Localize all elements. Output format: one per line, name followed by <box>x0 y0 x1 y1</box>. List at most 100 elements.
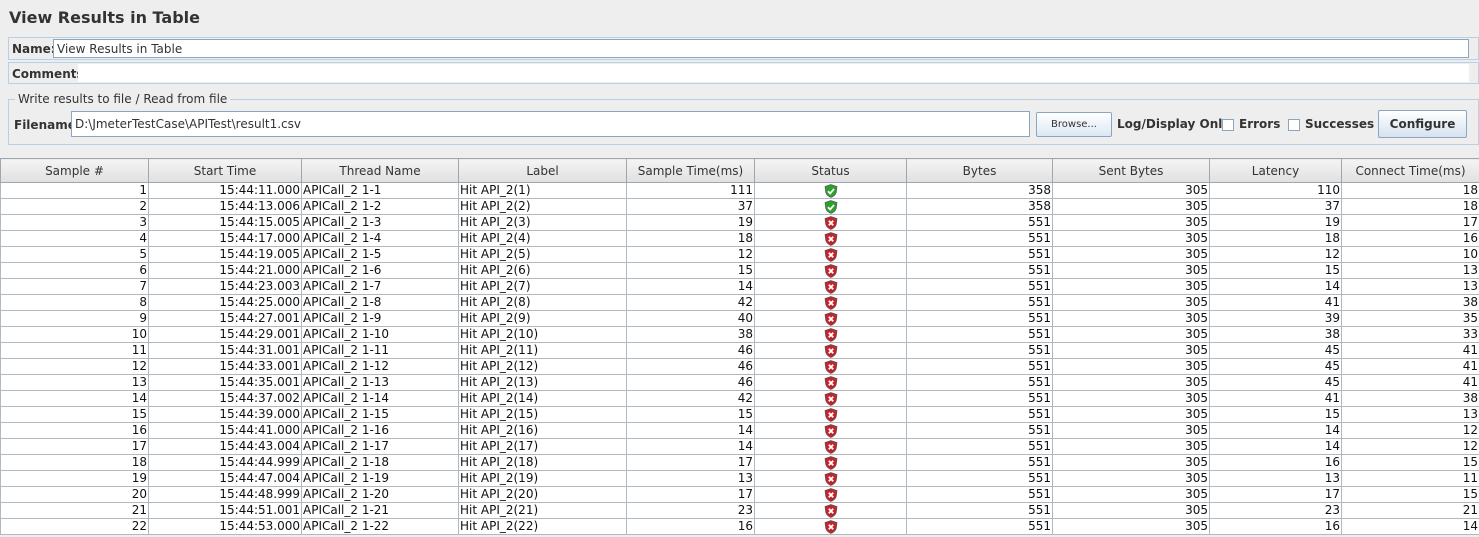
cell-sample-time: 42 <box>626 294 755 311</box>
table-row[interactable]: 13 15:44:35.001 APICall_2 1-13 Hit API_2(13… <box>0 374 1479 391</box>
cell-sent-bytes: 305 <box>1052 278 1210 295</box>
browse-button[interactable]: Browse... <box>1036 112 1112 137</box>
cell-sample-time: 37 <box>626 198 755 215</box>
cell-latency: 38 <box>1209 326 1342 343</box>
cell-sample-time: 14 <box>626 422 755 439</box>
cell-sample-time: 12 <box>626 246 755 263</box>
cell-bytes: 551 <box>906 422 1053 439</box>
cell-sample-time: 15 <box>626 262 755 279</box>
cell-latency: 16 <box>1209 454 1342 471</box>
configure-button[interactable]: Configure <box>1378 110 1467 138</box>
cell-start-time: 15:44:53.000 <box>148 518 302 535</box>
cell-connect-time: 14 <box>1341 518 1479 535</box>
table-row[interactable]: 18 15:44:44.999 APICall_2 1-18 Hit API_2(18… <box>0 454 1479 471</box>
cell-latency: 45 <box>1209 342 1342 359</box>
filename-input[interactable]: D:\JmeterTestCase\APITest\result1.csv <box>71 111 1030 137</box>
cell-sample-time: 46 <box>626 358 755 375</box>
error-shield-icon <box>824 215 838 230</box>
cell-connect-time: 41 <box>1341 358 1479 375</box>
table-row[interactable]: 12 15:44:33.001 APICall_2 1-12 Hit API_2(12… <box>0 358 1479 375</box>
cell-thread-name: APICall_2 1-2 <box>301 198 459 215</box>
cell-status <box>754 294 907 311</box>
table-row[interactable]: 21 15:44:51.001 APICall_2 1-21 Hit API_2(21… <box>0 502 1479 519</box>
cell-connect-time: 38 <box>1341 294 1479 311</box>
cell-sent-bytes: 305 <box>1052 310 1210 327</box>
errors-checkbox[interactable] <box>1222 119 1234 131</box>
cell-sample: 9 <box>0 310 149 327</box>
column-header-label[interactable]: Label <box>458 158 627 183</box>
table-row[interactable]: 14 15:44:37.002 APICall_2 1-14 Hit API_2(14… <box>0 390 1479 407</box>
table-row[interactable]: 16 15:44:41.000 APICall_2 1-16 Hit API_2(16… <box>0 422 1479 439</box>
comments-row: Comments: <box>8 62 1479 84</box>
cell-start-time: 15:44:39.000 <box>148 406 302 423</box>
cell-sent-bytes: 305 <box>1052 518 1210 535</box>
table-row[interactable]: 15 15:44:39.000 APICall_2 1-15 Hit API_2(15… <box>0 406 1479 423</box>
errors-label[interactable]: Errors <box>1239 117 1280 131</box>
column-header-start-time[interactable]: Start Time <box>148 158 302 183</box>
column-header-sample-time[interactable]: Sample Time(ms) <box>626 158 755 183</box>
error-shield-icon <box>824 503 838 518</box>
cell-thread-name: APICall_2 1-22 <box>301 518 459 535</box>
cell-label: Hit API_2(20) <box>458 486 627 503</box>
cell-sent-bytes: 305 <box>1052 214 1210 231</box>
table-row[interactable]: 22 15:44:53.000 APICall_2 1-22 Hit API_2(22… <box>0 518 1479 535</box>
cell-status <box>754 310 907 327</box>
cell-status <box>754 470 907 487</box>
successes-checkbox[interactable] <box>1288 119 1300 131</box>
table-row[interactable]: 11 15:44:31.001 APICall_2 1-11 Hit API_2(11… <box>0 342 1479 359</box>
cell-label: Hit API_2(7) <box>458 278 627 295</box>
table-row[interactable]: 5 15:44:19.005 APICall_2 1-5 Hit API_2(5) 12… <box>0 246 1479 263</box>
table-row[interactable]: 9 15:44:27.001 APICall_2 1-9 Hit API_2(9) 40… <box>0 310 1479 327</box>
cell-sample-time: 14 <box>626 278 755 295</box>
table-row[interactable]: 7 15:44:23.003 APICall_2 1-7 Hit API_2(7) 14… <box>0 278 1479 295</box>
column-header-bytes[interactable]: Bytes <box>906 158 1053 183</box>
cell-start-time: 15:44:48.999 <box>148 486 302 503</box>
cell-connect-time: 13 <box>1341 278 1479 295</box>
table-row[interactable]: 19 15:44:47.004 APICall_2 1-19 Hit API_2(19… <box>0 470 1479 487</box>
cell-bytes: 551 <box>906 518 1053 535</box>
table-row[interactable]: 1 15:44:11.000 APICall_2 1-1 Hit API_2(1) 11… <box>0 182 1479 199</box>
table-row[interactable]: 3 15:44:15.005 APICall_2 1-3 Hit API_2(3) 19… <box>0 214 1479 231</box>
cell-start-time: 15:44:43.004 <box>148 438 302 455</box>
cell-start-time: 15:44:15.005 <box>148 214 302 231</box>
cell-connect-time: 15 <box>1341 486 1479 503</box>
column-header-status[interactable]: Status <box>754 158 907 183</box>
cell-bytes: 551 <box>906 246 1053 263</box>
cell-bytes: 551 <box>906 262 1053 279</box>
cell-latency: 41 <box>1209 390 1342 407</box>
table-row[interactable]: 17 15:44:43.004 APICall_2 1-17 Hit API_2(17… <box>0 438 1479 455</box>
cell-thread-name: APICall_2 1-16 <box>301 422 459 439</box>
error-shield-icon <box>824 407 838 422</box>
table-row[interactable]: 20 15:44:48.999 APICall_2 1-20 Hit API_2(20… <box>0 486 1479 503</box>
cell-connect-time: 35 <box>1341 310 1479 327</box>
column-header-latency[interactable]: Latency <box>1209 158 1342 183</box>
cell-connect-time: 18 <box>1341 182 1479 199</box>
table-row[interactable]: 10 15:44:29.001 APICall_2 1-10 Hit API_2(10… <box>0 326 1479 343</box>
cell-label: Hit API_2(9) <box>458 310 627 327</box>
cell-sent-bytes: 305 <box>1052 262 1210 279</box>
successes-label[interactable]: Successes <box>1305 117 1374 131</box>
name-input[interactable]: View Results in Table <box>53 39 1469 58</box>
column-header-connect-time[interactable]: Connect Time(ms) <box>1341 158 1479 183</box>
column-header-sent-bytes[interactable]: Sent Bytes <box>1052 158 1210 183</box>
table-row[interactable]: 6 15:44:21.000 APICall_2 1-6 Hit API_2(6) 15… <box>0 262 1479 279</box>
cell-status <box>754 438 907 455</box>
cell-connect-time: 13 <box>1341 406 1479 423</box>
column-header-thread-name[interactable]: Thread Name <box>301 158 459 183</box>
column-header-sample[interactable]: Sample # <box>0 158 149 183</box>
cell-start-time: 15:44:51.001 <box>148 502 302 519</box>
table-row[interactable]: 4 15:44:17.000 APICall_2 1-4 Hit API_2(4) 18… <box>0 230 1479 247</box>
cell-status <box>754 246 907 263</box>
cell-status <box>754 454 907 471</box>
cell-sent-bytes: 305 <box>1052 470 1210 487</box>
cell-connect-time: 15 <box>1341 454 1479 471</box>
error-shield-icon <box>824 519 838 534</box>
table-row[interactable]: 8 15:44:25.000 APICall_2 1-8 Hit API_2(8) 42… <box>0 294 1479 311</box>
comments-input[interactable] <box>78 64 1469 82</box>
cell-connect-time: 41 <box>1341 374 1479 391</box>
cell-start-time: 15:44:11.000 <box>148 182 302 199</box>
cell-sample-time: 19 <box>626 214 755 231</box>
error-shield-icon <box>824 311 838 326</box>
cell-label: Hit API_2(14) <box>458 390 627 407</box>
table-row[interactable]: 2 15:44:13.006 APICall_2 1-2 Hit API_2(2) 37… <box>0 198 1479 215</box>
